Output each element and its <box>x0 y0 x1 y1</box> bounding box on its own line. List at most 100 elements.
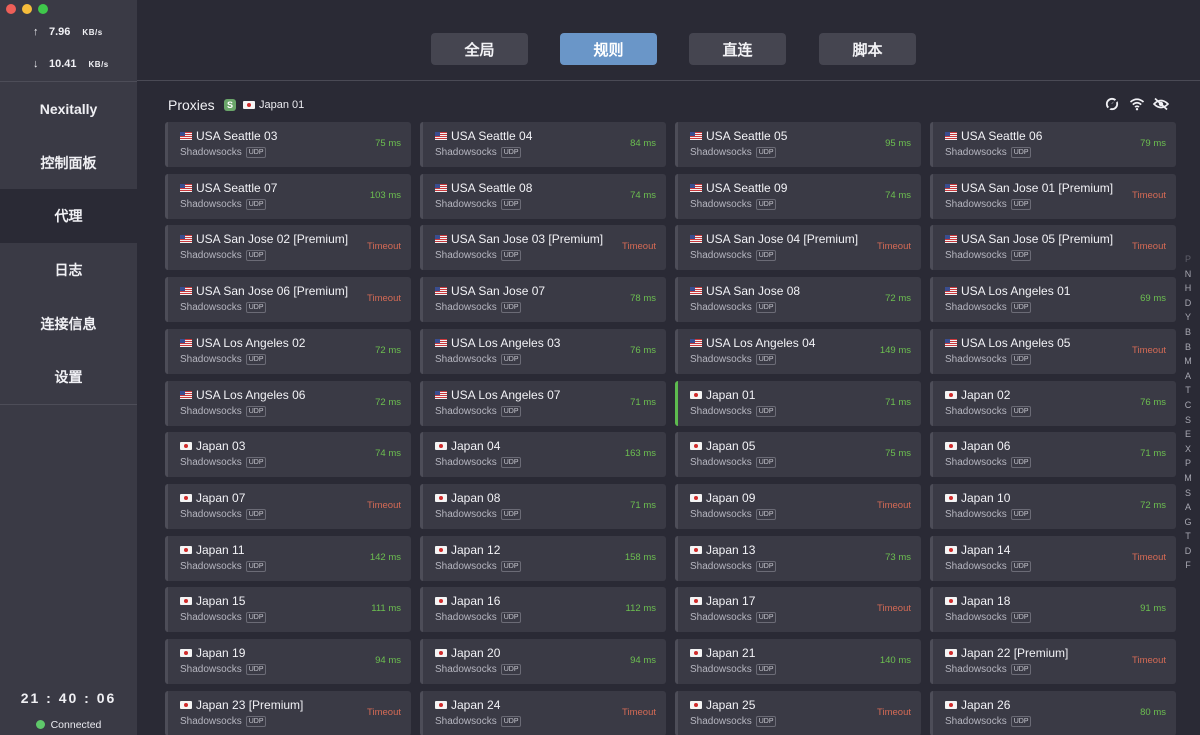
proxy-latency[interactable]: 72 ms <box>885 293 911 304</box>
alphabet-index-letter[interactable]: S <box>1183 413 1193 428</box>
proxy-card[interactable]: Japan 20 Shadowsocks UDP 94 ms <box>420 639 666 684</box>
proxy-latency[interactable]: 71 ms <box>885 397 911 408</box>
tab-rule[interactable]: 规则 <box>560 33 657 65</box>
proxy-card[interactable]: USA San Jose 04 [Premium] Shadowsocks UDP T… <box>675 225 921 270</box>
proxy-card[interactable]: Japan 10 Shadowsocks UDP 72 ms <box>930 484 1176 529</box>
proxy-latency[interactable]: 94 ms <box>630 655 656 666</box>
proxy-latency[interactable]: 111 ms <box>371 603 401 614</box>
proxy-card[interactable]: Japan 22 [Premium] Shadowsocks UDP Timeout <box>930 639 1176 684</box>
tab-global[interactable]: 全局 <box>431 33 528 65</box>
alphabet-index-letter[interactable]: A <box>1183 500 1193 515</box>
proxy-latency[interactable]: 94 ms <box>375 655 401 666</box>
proxy-card[interactable]: Japan 04 Shadowsocks UDP 163 ms <box>420 432 666 477</box>
proxy-card[interactable]: Japan 24 Shadowsocks UDP Timeout <box>420 691 666 735</box>
proxy-card[interactable]: Japan 06 Shadowsocks UDP 71 ms <box>930 432 1176 477</box>
tab-script[interactable]: 脚本 <box>819 33 916 65</box>
proxy-card[interactable]: Japan 16 Shadowsocks UDP 112 ms <box>420 587 666 632</box>
proxy-card[interactable]: USA San Jose 03 [Premium] Shadowsocks UDP T… <box>420 225 666 270</box>
tab-direct[interactable]: 直连 <box>689 33 786 65</box>
proxy-latency[interactable]: 95 ms <box>885 138 911 149</box>
alphabet-index-letter[interactable]: A <box>1183 369 1193 384</box>
proxy-card[interactable]: USA San Jose 07 Shadowsocks UDP 78 ms <box>420 277 666 322</box>
proxy-latency[interactable]: Timeout <box>1132 241 1166 252</box>
sidebar-item-settings[interactable]: 设置 <box>0 350 137 404</box>
alphabet-index-letter[interactable]: P <box>1183 456 1193 471</box>
proxy-latency[interactable]: 75 ms <box>375 138 401 149</box>
sidebar-item-nexitally[interactable]: Nexitally <box>0 82 137 136</box>
alphabet-index-letter[interactable]: G <box>1183 515 1193 530</box>
proxy-card[interactable]: USA San Jose 05 [Premium] Shadowsocks UDP T… <box>930 225 1176 270</box>
alphabet-index-letter[interactable]: M <box>1183 471 1193 486</box>
proxy-card[interactable]: USA Seattle 04 Shadowsocks UDP 84 ms <box>420 122 666 167</box>
proxy-card[interactable]: Japan 12 Shadowsocks UDP 158 ms <box>420 536 666 581</box>
proxy-latency[interactable]: Timeout <box>1132 655 1166 666</box>
proxy-card[interactable]: Japan 09 Shadowsocks UDP Timeout <box>675 484 921 529</box>
proxy-latency[interactable]: 79 ms <box>1140 138 1166 149</box>
sidebar-item-connections[interactable]: 连接信息 <box>0 297 137 351</box>
alphabet-index-letter[interactable]: N <box>1183 267 1193 282</box>
proxy-card[interactable]: USA Seattle 05 Shadowsocks UDP 95 ms <box>675 122 921 167</box>
proxy-card[interactable]: Japan 03 Shadowsocks UDP 74 ms <box>165 432 411 477</box>
proxy-latency[interactable]: 84 ms <box>630 138 656 149</box>
alphabet-index-letter[interactable]: Y <box>1183 310 1193 325</box>
proxy-card[interactable]: USA Seattle 03 Shadowsocks UDP 75 ms <box>165 122 411 167</box>
proxy-card[interactable]: Japan 07 Shadowsocks UDP Timeout <box>165 484 411 529</box>
proxy-card[interactable]: USA Los Angeles 07 Shadowsocks UDP 71 ms <box>420 381 666 426</box>
proxy-latency[interactable]: Timeout <box>877 603 911 614</box>
proxy-card[interactable]: USA Los Angeles 05 Shadowsocks UDP Timeout <box>930 329 1176 374</box>
alphabet-index[interactable]: PNHDYBBMATCSEXPMSAGTDF <box>1183 252 1193 573</box>
proxy-card[interactable]: Japan 25 Shadowsocks UDP Timeout <box>675 691 921 735</box>
proxy-latency[interactable]: 142 ms <box>370 552 401 563</box>
proxy-latency[interactable]: 71 ms <box>1140 448 1166 459</box>
alphabet-index-letter[interactable]: B <box>1183 325 1193 340</box>
minimize-window-button[interactable] <box>22 4 32 14</box>
alphabet-index-letter[interactable]: C <box>1183 398 1193 413</box>
proxy-latency[interactable]: Timeout <box>877 241 911 252</box>
proxy-card[interactable]: Japan 19 Shadowsocks UDP 94 ms <box>165 639 411 684</box>
proxy-latency[interactable]: 75 ms <box>885 448 911 459</box>
proxy-latency[interactable]: 74 ms <box>630 190 656 201</box>
proxy-card[interactable]: USA San Jose 08 Shadowsocks UDP 72 ms <box>675 277 921 322</box>
proxy-card[interactable]: Japan 01 Shadowsocks UDP 71 ms <box>675 381 921 426</box>
proxy-latency[interactable]: Timeout <box>367 707 401 718</box>
proxy-card[interactable]: Japan 17 Shadowsocks UDP Timeout <box>675 587 921 632</box>
proxy-latency[interactable]: Timeout <box>877 707 911 718</box>
proxy-card[interactable]: USA Los Angeles 03 Shadowsocks UDP 76 ms <box>420 329 666 374</box>
proxy-card[interactable]: USA Seattle 09 Shadowsocks UDP 74 ms <box>675 174 921 219</box>
proxy-latency[interactable]: 74 ms <box>885 190 911 201</box>
proxy-card[interactable]: Japan 05 Shadowsocks UDP 75 ms <box>675 432 921 477</box>
alphabet-index-letter[interactable]: B <box>1183 340 1193 355</box>
proxy-card[interactable]: Japan 08 Shadowsocks UDP 71 ms <box>420 484 666 529</box>
alphabet-index-letter[interactable]: F <box>1183 558 1193 573</box>
proxy-latency[interactable]: 72 ms <box>375 345 401 356</box>
proxy-card[interactable]: Japan 23 [Premium] Shadowsocks UDP Timeout <box>165 691 411 735</box>
proxy-latency[interactable]: 71 ms <box>630 397 656 408</box>
sidebar-item-proxies[interactable]: 代理 <box>0 189 137 243</box>
alphabet-index-letter[interactable]: E <box>1183 427 1193 442</box>
proxy-latency[interactable]: Timeout <box>367 500 401 511</box>
alphabet-index-letter[interactable]: M <box>1183 354 1193 369</box>
proxy-latency[interactable]: 76 ms <box>1140 397 1166 408</box>
latency-test-icon[interactable] <box>1105 97 1121 111</box>
proxy-card[interactable]: Japan 11 Shadowsocks UDP 142 ms <box>165 536 411 581</box>
proxy-card[interactable]: Japan 13 Shadowsocks UDP 73 ms <box>675 536 921 581</box>
proxy-latency[interactable]: 76 ms <box>630 345 656 356</box>
alphabet-index-letter[interactable]: T <box>1183 383 1193 398</box>
proxy-card[interactable]: Japan 14 Shadowsocks UDP Timeout <box>930 536 1176 581</box>
proxy-latency[interactable]: 112 ms <box>626 603 656 614</box>
proxy-latency[interactable]: Timeout <box>622 707 656 718</box>
alphabet-index-letter[interactable]: X <box>1183 442 1193 457</box>
proxy-latency[interactable]: 69 ms <box>1140 293 1166 304</box>
alphabet-index-letter[interactable]: P <box>1183 252 1193 267</box>
proxy-latency[interactable]: 91 ms <box>1140 603 1166 614</box>
proxy-card[interactable]: Japan 21 Shadowsocks UDP 140 ms <box>675 639 921 684</box>
alphabet-index-letter[interactable]: D <box>1183 296 1193 311</box>
proxy-latency[interactable]: 158 ms <box>625 552 656 563</box>
proxy-card[interactable]: USA Seattle 07 Shadowsocks UDP 103 ms <box>165 174 411 219</box>
proxy-card[interactable]: USA San Jose 06 [Premium] Shadowsocks UDP T… <box>165 277 411 322</box>
proxy-card[interactable]: Japan 15 Shadowsocks UDP 111 ms <box>165 587 411 632</box>
proxy-card[interactable]: Japan 02 Shadowsocks UDP 76 ms <box>930 381 1176 426</box>
alphabet-index-letter[interactable]: S <box>1183 486 1193 501</box>
proxy-latency[interactable]: Timeout <box>367 293 401 304</box>
alphabet-index-letter[interactable]: T <box>1183 529 1193 544</box>
